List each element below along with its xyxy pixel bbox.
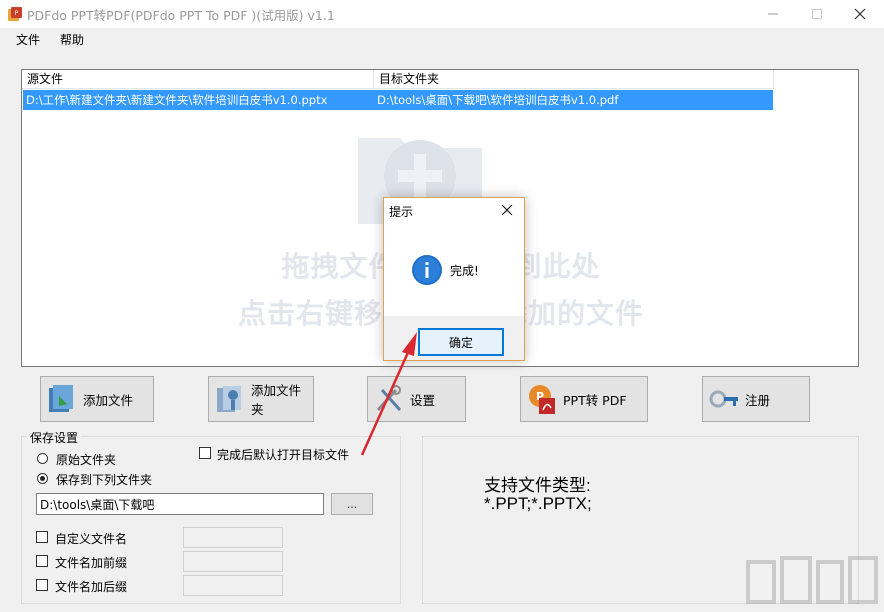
supported-types-label: 支持文件类型:	[484, 476, 591, 495]
minimize-icon	[768, 13, 778, 15]
app-icon: P	[8, 7, 22, 21]
add-file-button[interactable]: 添加文件	[40, 376, 154, 422]
add-folder-button[interactable]: 添加文件夹	[208, 376, 314, 422]
add-file-label: 添加文件	[83, 392, 134, 408]
column-header-source[interactable]: 源文件	[22, 70, 374, 89]
close-icon	[854, 8, 866, 20]
radio-custom-label[interactable]: 保存到下列文件夹	[56, 471, 152, 488]
open-after-label[interactable]: 完成后默认打开目标文件	[217, 446, 349, 463]
prefix-label[interactable]: 文件名加前缀	[55, 554, 127, 571]
add-folder-label: 添加文件夹	[251, 383, 302, 417]
radio-original-folder[interactable]	[37, 453, 48, 464]
suffix-checkbox[interactable]	[36, 579, 48, 591]
open-after-checkbox[interactable]	[199, 447, 211, 459]
register-button[interactable]: 注册	[702, 376, 810, 422]
column-header-target[interactable]: 目标文件夹	[374, 70, 774, 89]
maximize-button[interactable]	[795, 0, 839, 28]
save-settings-title: 保存设置	[27, 429, 82, 446]
info-icon	[412, 255, 442, 285]
maximize-icon	[812, 9, 822, 19]
radio-original-label[interactable]: 原始文件夹	[56, 451, 116, 468]
row-source-cell: D:\工作\新建文件夹\新建文件夹\软件培训白皮书v1.0.pptx	[26, 93, 328, 107]
supported-types-value: *.PPT;*.PPTX;	[484, 494, 592, 513]
ppt-to-pdf-icon: P	[529, 385, 555, 414]
window-title: PDFdo PPT转PDF(PDFdo PPT To PDF )(试用版) v1…	[27, 8, 335, 23]
convert-label: PPT转 PDF	[563, 392, 627, 408]
prefix-input	[183, 551, 283, 572]
title-bar: P PDFdo PPT转PDF(PDFdo PPT To PDF )(试用版) …	[0, 0, 884, 28]
menu-help[interactable]: 帮助	[60, 31, 84, 48]
key-icon	[709, 390, 738, 408]
table-row[interactable]: D:\工作\新建文件夹\新建文件夹\软件培训白皮书v1.0.pptx D:\to…	[23, 90, 773, 110]
custom-name-input	[183, 527, 283, 548]
add-file-icon	[49, 385, 73, 412]
row-target-cell: D:\tools\桌面\下载吧\软件培训白皮书v1.0.pdf	[377, 93, 619, 107]
menu-file[interactable]: 文件	[16, 31, 40, 48]
ok-button[interactable]: 确定	[418, 328, 504, 356]
message-dialog: 提示 完成! 确定	[383, 197, 525, 361]
menu-bar	[0, 28, 884, 50]
browse-button[interactable]: ...	[331, 493, 373, 515]
suffix-label[interactable]: 文件名加后缀	[55, 578, 127, 595]
site-watermark-logo	[746, 556, 878, 604]
add-folder-icon	[217, 386, 241, 412]
custom-name-label[interactable]: 自定义文件名	[55, 530, 127, 547]
radio-custom-folder[interactable]	[37, 473, 48, 484]
svg-text:P: P	[15, 10, 19, 17]
close-button[interactable]	[838, 0, 882, 28]
convert-button[interactable]: P PPT转 PDF	[520, 376, 648, 422]
suffix-input	[183, 575, 283, 596]
custom-name-checkbox[interactable]	[36, 531, 48, 543]
prefix-checkbox[interactable]	[36, 555, 48, 567]
settings-label: 设置	[410, 392, 436, 408]
tools-icon	[376, 385, 402, 412]
dialog-message: 完成!	[450, 264, 479, 278]
dialog-title: 提示	[389, 205, 414, 219]
settings-button[interactable]: 设置	[367, 376, 466, 422]
minimize-button[interactable]	[751, 0, 795, 28]
register-label: 注册	[745, 392, 771, 408]
output-path-input[interactable]	[36, 493, 324, 515]
dialog-close-icon[interactable]	[500, 203, 514, 217]
